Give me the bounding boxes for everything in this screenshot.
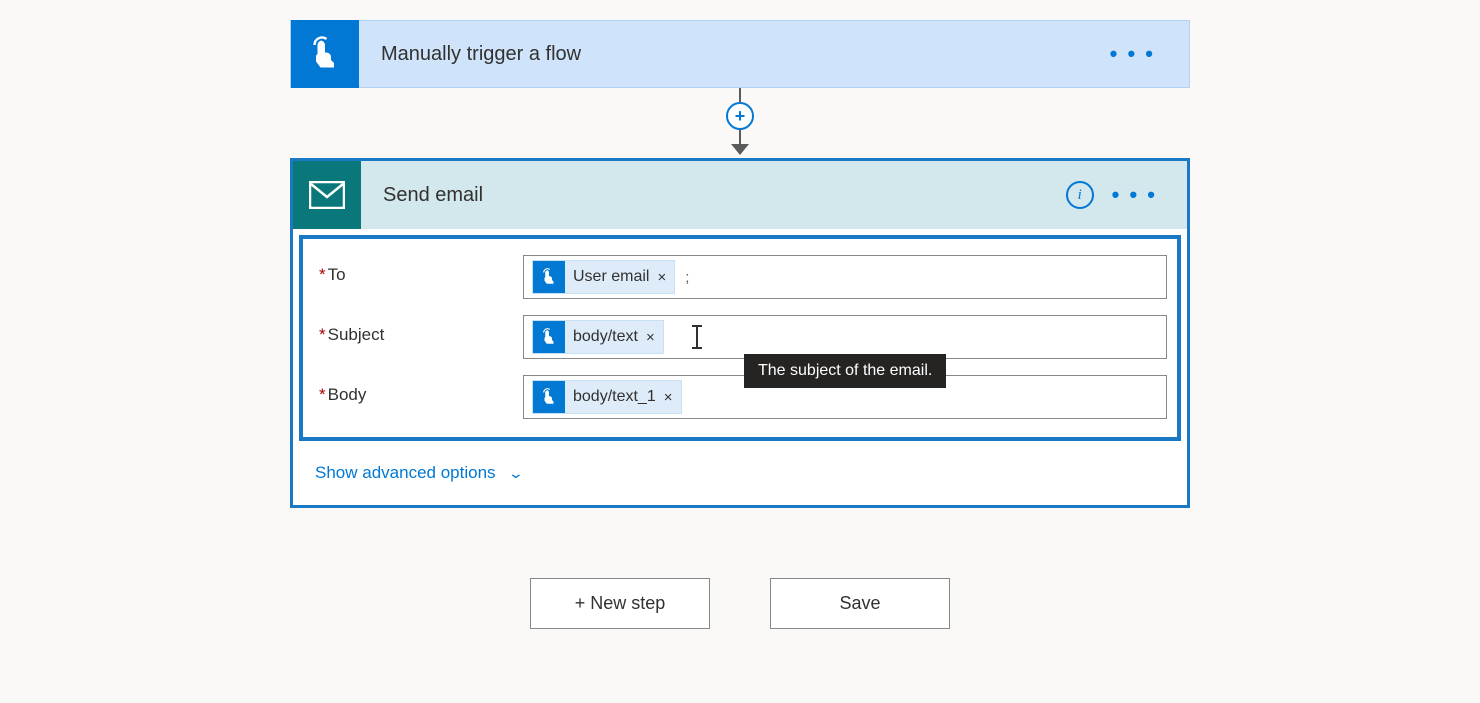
advanced-options-toggle[interactable]: Show advanced options ⌄ bbox=[293, 447, 1187, 505]
subject-label-text: Subject bbox=[328, 325, 385, 344]
body-label: *Body bbox=[313, 375, 523, 405]
token-label: body/text bbox=[565, 328, 646, 346]
field-row-subject: *Subject body/text × The subject of the … bbox=[303, 307, 1177, 367]
remove-token-button[interactable]: × bbox=[646, 329, 663, 346]
touch-icon bbox=[533, 381, 565, 413]
token-label: User email bbox=[565, 268, 657, 286]
new-step-button[interactable]: + New step bbox=[530, 578, 710, 629]
remove-token-button[interactable]: × bbox=[657, 269, 674, 286]
separator-text: ; bbox=[685, 269, 689, 286]
to-input[interactable]: User email × ; bbox=[523, 255, 1167, 299]
token-body-text[interactable]: body/text × bbox=[532, 320, 664, 354]
action-title: Send email bbox=[383, 184, 1066, 207]
arrowhead-icon bbox=[731, 144, 749, 155]
touch-icon bbox=[533, 261, 565, 293]
trigger-menu-button[interactable]: • • • bbox=[1110, 41, 1155, 67]
subject-tooltip: The subject of the email. bbox=[744, 354, 946, 388]
token-body-text-1[interactable]: body/text_1 × bbox=[532, 380, 682, 414]
remove-token-button[interactable]: × bbox=[664, 389, 681, 406]
subject-label: *Subject bbox=[313, 315, 523, 345]
save-button[interactable]: Save bbox=[770, 578, 950, 629]
chevron-down-icon: ⌄ bbox=[507, 465, 523, 482]
field-row-body: *Body body/text_1 × bbox=[303, 367, 1177, 427]
touch-icon bbox=[291, 20, 359, 88]
action-menu-button[interactable]: • • • bbox=[1112, 182, 1157, 208]
form-container: *To User email × ; *Subject bbox=[299, 235, 1181, 441]
token-user-email[interactable]: User email × bbox=[532, 260, 675, 294]
subject-input[interactable]: body/text × The subject of the email. bbox=[523, 315, 1167, 359]
to-label-text: To bbox=[328, 265, 346, 284]
text-cursor-icon bbox=[696, 325, 698, 349]
field-row-to: *To User email × ; bbox=[303, 247, 1177, 307]
add-step-circle-button[interactable]: + bbox=[726, 102, 754, 130]
connector: + bbox=[726, 88, 754, 158]
touch-icon bbox=[533, 321, 565, 353]
footer-buttons: + New step Save bbox=[530, 578, 950, 629]
action-card: Send email i • • • *To User email × bbox=[290, 158, 1190, 508]
token-label: body/text_1 bbox=[565, 388, 664, 406]
to-label: *To bbox=[313, 255, 523, 285]
body-label-text: Body bbox=[328, 385, 367, 404]
advanced-options-label: Show advanced options bbox=[315, 463, 496, 483]
trigger-card[interactable]: Manually trigger a flow • • • bbox=[290, 20, 1190, 88]
trigger-title: Manually trigger a flow bbox=[381, 43, 1110, 66]
info-icon[interactable]: i bbox=[1066, 181, 1094, 209]
action-header[interactable]: Send email i • • • bbox=[293, 161, 1187, 229]
mail-icon bbox=[293, 161, 361, 229]
